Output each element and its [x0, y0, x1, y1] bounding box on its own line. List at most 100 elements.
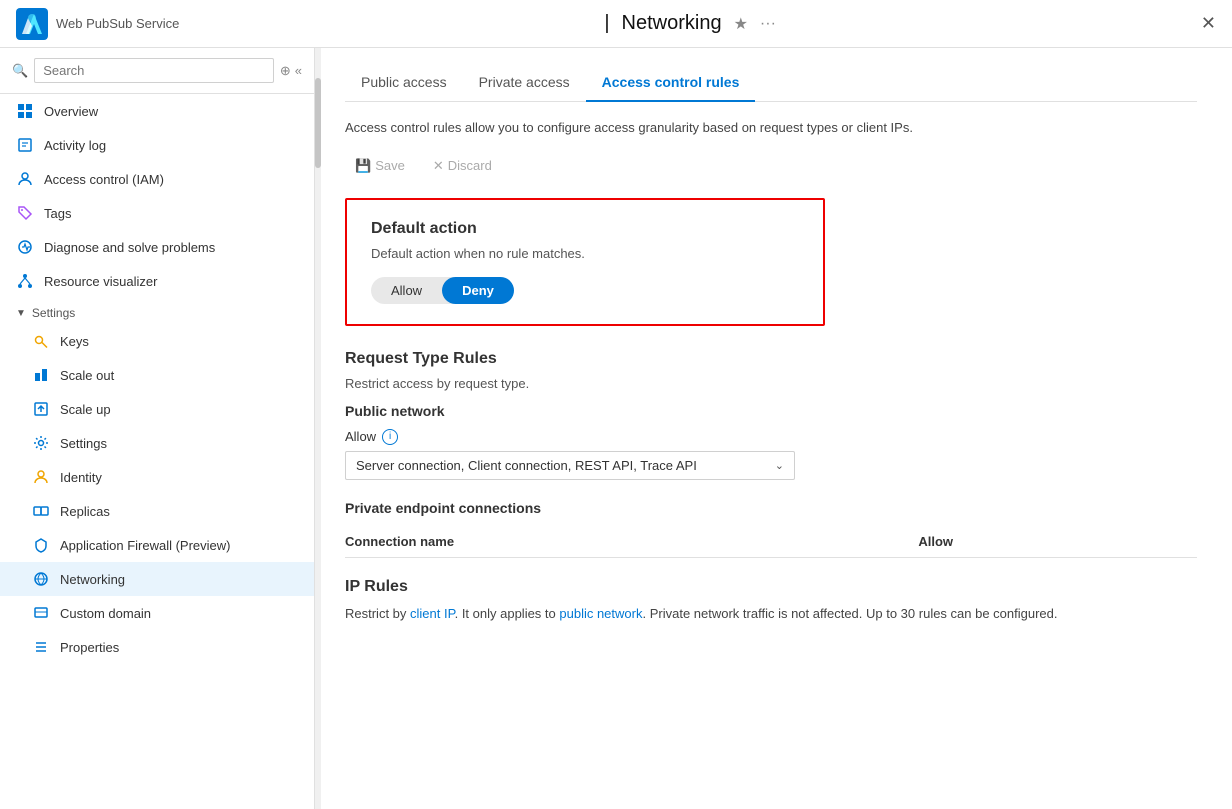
sidebar-label-properties: Properties [60, 640, 119, 655]
sidebar-label-identity: Identity [60, 470, 102, 485]
resource-icon [16, 272, 34, 290]
azure-logo [16, 8, 48, 40]
page-title: Networking [622, 12, 722, 35]
scrollbar-track[interactable] [315, 48, 321, 809]
sidebar-item-diagnose[interactable]: Diagnose and solve problems [0, 230, 314, 264]
connection-type-dropdown[interactable]: Server connection, Client connection, RE… [345, 451, 795, 480]
save-label: Save [375, 158, 405, 173]
properties-icon [32, 638, 50, 656]
main-layout: 🔍 ⊕ « Overview Activity log [0, 48, 1232, 809]
deny-button[interactable]: Deny [442, 277, 514, 304]
sidebar-item-custom-domain[interactable]: Custom domain [0, 596, 314, 630]
diagnose-icon [16, 238, 34, 256]
sidebar-label-scale-up: Scale up [60, 402, 111, 417]
scaleout-icon [32, 366, 50, 384]
keys-icon [32, 332, 50, 350]
top-bar-center: | Networking ★ ··· [604, 12, 776, 35]
private-endpoint-table: Connection name Allow [345, 526, 1197, 558]
default-action-box: Default action Default action when no ru… [345, 198, 825, 326]
sidebar-label-replicas: Replicas [60, 504, 110, 519]
discard-button[interactable]: ✕ Discard [423, 154, 502, 178]
sidebar-item-settings[interactable]: Settings [0, 426, 314, 460]
domain-icon [32, 604, 50, 622]
search-icon: 🔍 [12, 63, 28, 79]
service-name: Web PubSub Service [56, 16, 179, 31]
replicas-icon [32, 502, 50, 520]
sidebar-item-networking[interactable]: Networking [0, 562, 314, 596]
col-allow: Allow [918, 534, 1197, 549]
sidebar-label-custom-domain: Custom domain [60, 606, 151, 621]
sidebar-label-keys: Keys [60, 334, 89, 349]
content-inner: Public access Private access Access cont… [321, 48, 1221, 639]
sidebar-label-access-control: Access control (IAM) [44, 172, 164, 187]
sidebar-label-resource-visualizer: Resource visualizer [44, 274, 157, 289]
star-icon[interactable]: ★ [734, 14, 748, 34]
tab-bar: Public access Private access Access cont… [345, 64, 1197, 102]
ip-rules-title: IP Rules [345, 578, 1197, 596]
expand-icon[interactable]: ⊕ [280, 63, 291, 79]
collapse-icon[interactable]: « [295, 63, 302, 79]
sidebar-item-app-firewall[interactable]: Application Firewall (Preview) [0, 528, 314, 562]
top-bar-actions: ✕ [1201, 13, 1216, 34]
public-network-title: Public network [345, 403, 1197, 419]
tab-private-access[interactable]: Private access [463, 64, 586, 102]
discard-icon: ✕ [433, 158, 444, 174]
sidebar-item-resource-visualizer[interactable]: Resource visualizer [0, 264, 314, 298]
tab-access-control-rules[interactable]: Access control rules [586, 64, 756, 102]
sidebar-label-app-firewall: Application Firewall (Preview) [60, 538, 231, 553]
search-input[interactable] [34, 58, 274, 83]
sidebar-item-tags[interactable]: Tags [0, 196, 314, 230]
allow-row: Allow i [345, 429, 1197, 445]
client-ip-link[interactable]: client IP [410, 606, 455, 621]
sidebar-label-networking: Networking [60, 572, 125, 587]
allow-button[interactable]: Allow [371, 277, 442, 304]
settings-section[interactable]: ▼ Settings [0, 298, 314, 324]
dropdown-value: Server connection, Client connection, RE… [356, 458, 697, 473]
request-type-rules-title: Request Type Rules [345, 350, 1197, 368]
request-type-rules-desc: Restrict access by request type. [345, 376, 1197, 391]
sidebar-label-activity-log: Activity log [44, 138, 106, 153]
settings-icon [32, 434, 50, 452]
sidebar-item-properties[interactable]: Properties [0, 630, 314, 664]
toolbar: 💾 Save ✕ Discard [345, 154, 1197, 178]
scaleup-icon [32, 400, 50, 418]
firewall-icon [32, 536, 50, 554]
save-button[interactable]: 💾 Save [345, 154, 415, 178]
default-action-desc: Default action when no rule matches. [371, 246, 799, 261]
sidebar-nav: Overview Activity log Access control (IA… [0, 94, 314, 809]
identity-icon [32, 468, 50, 486]
sidebar-label-scale-out: Scale out [60, 368, 114, 383]
sidebar-item-access-control[interactable]: Access control (IAM) [0, 162, 314, 196]
iam-icon [16, 170, 34, 188]
top-bar: Web PubSub Service | Networking ★ ··· ✕ [0, 0, 1232, 48]
public-network-link[interactable]: public network [559, 606, 642, 621]
sidebar-item-overview[interactable]: Overview [0, 94, 314, 128]
sidebar-item-replicas[interactable]: Replicas [0, 494, 314, 528]
sidebar-label-overview: Overview [44, 104, 98, 119]
settings-chevron: ▼ [16, 308, 26, 319]
sidebar-item-keys[interactable]: Keys [0, 324, 314, 358]
tab-public-access[interactable]: Public access [345, 64, 463, 102]
search-container: 🔍 ⊕ « [0, 48, 314, 94]
dropdown-arrow-icon: ⌄ [775, 459, 784, 472]
allow-deny-toggle: Allow Deny [371, 277, 514, 304]
sidebar-label-settings: Settings [60, 436, 107, 451]
sidebar-item-identity[interactable]: Identity [0, 460, 314, 494]
col-connection-name: Connection name [345, 534, 918, 549]
overview-icon [16, 102, 34, 120]
sidebar-item-activity-log[interactable]: Activity log [0, 128, 314, 162]
sidebar-item-scale-up[interactable]: Scale up [0, 392, 314, 426]
sidebar-item-scale-out[interactable]: Scale out [0, 358, 314, 392]
sidebar-label-diagnose: Diagnose and solve problems [44, 240, 215, 255]
search-action-icons: ⊕ « [280, 63, 302, 79]
close-icon[interactable]: ✕ [1201, 13, 1216, 34]
scrollbar-thumb[interactable] [315, 78, 321, 168]
page-description: Access control rules allow you to config… [345, 118, 1197, 138]
save-icon: 💾 [355, 158, 371, 174]
ellipsis-icon[interactable]: ··· [760, 15, 776, 33]
allow-text: Allow [345, 429, 376, 444]
activity-icon [16, 136, 34, 154]
info-icon[interactable]: i [382, 429, 398, 445]
sidebar-label-tags: Tags [44, 206, 71, 221]
top-bar-separator: | [604, 12, 609, 35]
